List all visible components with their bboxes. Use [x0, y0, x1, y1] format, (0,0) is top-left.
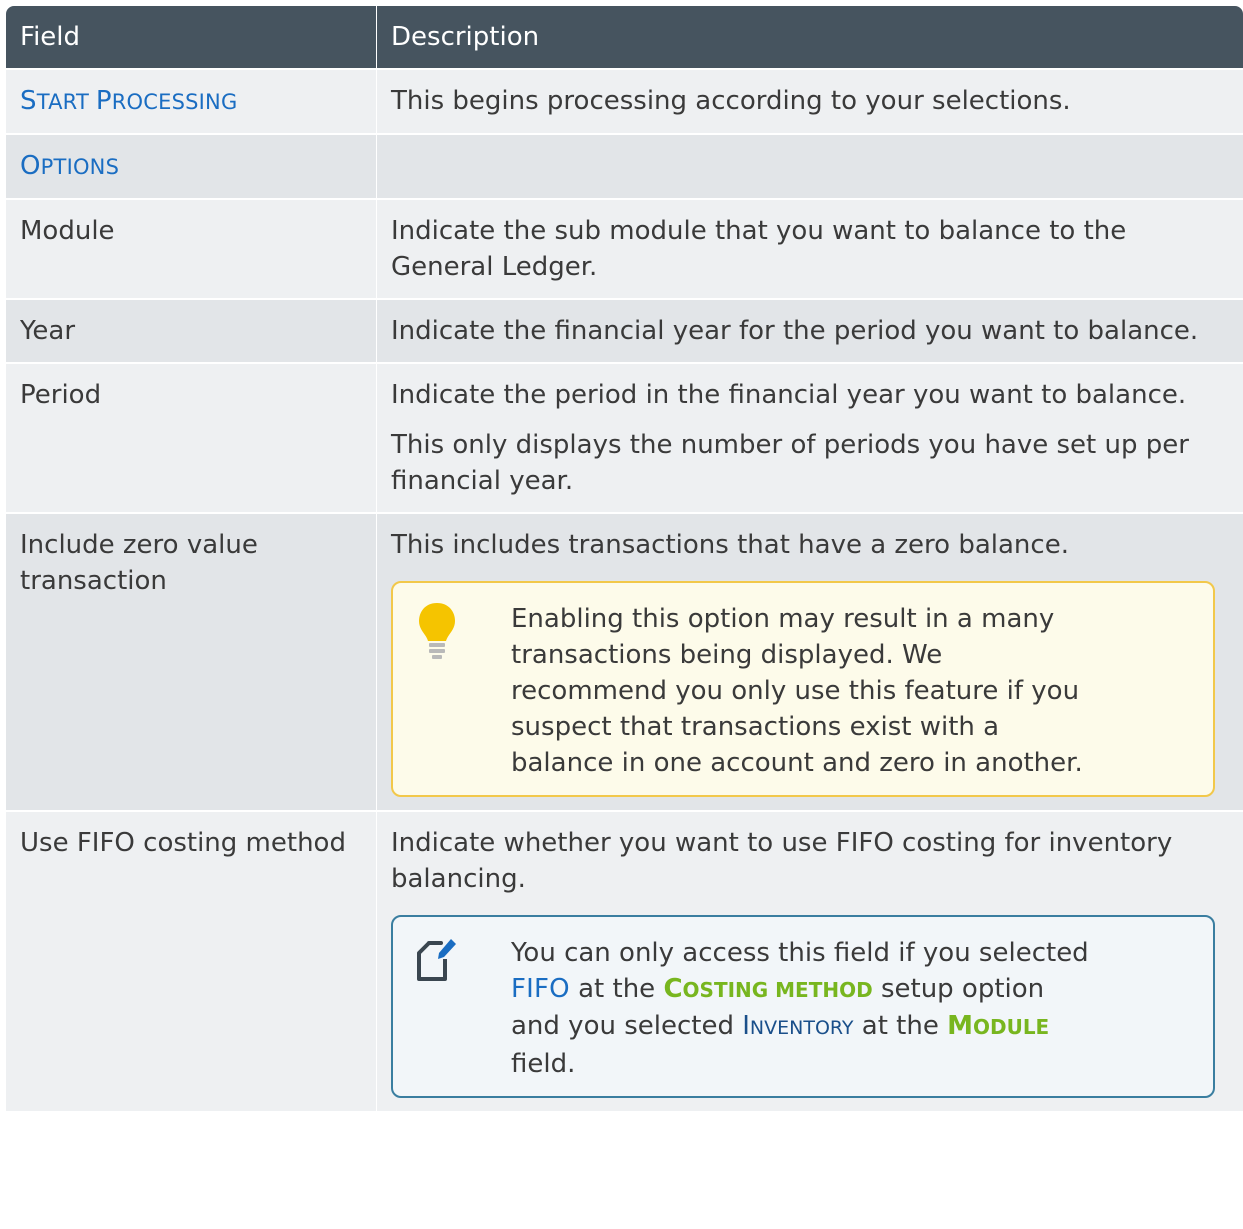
description-paragraph: This only displays the number of periods… — [391, 430, 1189, 496]
table-row-start-processing: START PROCESSING This begins processing … — [6, 68, 1243, 134]
table-row-fifo: Use FIFO costing method Indicate whether… — [6, 810, 1243, 1111]
description-cell: Indicate whether you want to use FIFO co… — [376, 810, 1243, 1111]
table-row-year: Year Indicate the financial year for the… — [6, 298, 1243, 363]
field-description-table: Field Description START PROCESSING This … — [6, 6, 1243, 1111]
description-cell: This includes transactions that have a z… — [376, 512, 1243, 811]
field-cell: Year — [6, 298, 377, 363]
fifo-value: FIFO — [511, 974, 570, 1004]
tip-callout: Enabling this option may result in a man… — [391, 581, 1215, 797]
header-description: Description — [376, 6, 1243, 69]
module-link[interactable]: MODULE — [947, 1011, 1049, 1041]
description-cell: Indicate the financial year for the peri… — [376, 298, 1243, 363]
header-field: Field — [6, 6, 377, 69]
table-header-row: Field Description — [6, 6, 1243, 69]
description-paragraph: Indicate whether you want to use FIFO co… — [391, 828, 1173, 894]
start-processing-link[interactable]: START PROCESSING — [20, 86, 237, 116]
table-row-period: Period Indicate the period in the financ… — [6, 362, 1243, 513]
note-pencil-icon — [415, 935, 511, 1082]
field-cell: Module — [6, 198, 377, 299]
field-cell: Use FIFO costing method — [6, 810, 377, 1111]
options-link[interactable]: OPTIONS — [20, 151, 119, 181]
field-cell: Include zero value transaction — [6, 512, 377, 811]
lightbulb-icon — [415, 601, 511, 781]
description-paragraph: Indicate the period in the financial yea… — [391, 380, 1187, 410]
description-cell: Indicate the period in the financial yea… — [376, 362, 1243, 513]
table-row-module: Module Indicate the sub module that you … — [6, 198, 1243, 299]
tip-text: Enabling this option may result in a man… — [511, 604, 1083, 778]
table-row-include-zero: Include zero value transaction This incl… — [6, 512, 1243, 811]
description-cell — [376, 133, 1243, 199]
description-cell: Indicate the sub module that you want to… — [376, 198, 1243, 299]
costing-method-link[interactable]: COSTING METHOD — [663, 974, 872, 1004]
note-text: You can only access this field if you se… — [511, 938, 1089, 1079]
table-row-options: OPTIONS — [6, 133, 1243, 199]
field-cell: START PROCESSING — [6, 68, 377, 134]
field-cell: Period — [6, 362, 377, 513]
field-cell: OPTIONS — [6, 133, 377, 199]
note-callout: You can only access this field if you se… — [391, 915, 1215, 1098]
description-paragraph: This includes transactions that have a z… — [391, 530, 1069, 560]
inventory-value: INVENTORY — [742, 1011, 854, 1041]
description-cell: This begins processing according to your… — [376, 68, 1243, 134]
